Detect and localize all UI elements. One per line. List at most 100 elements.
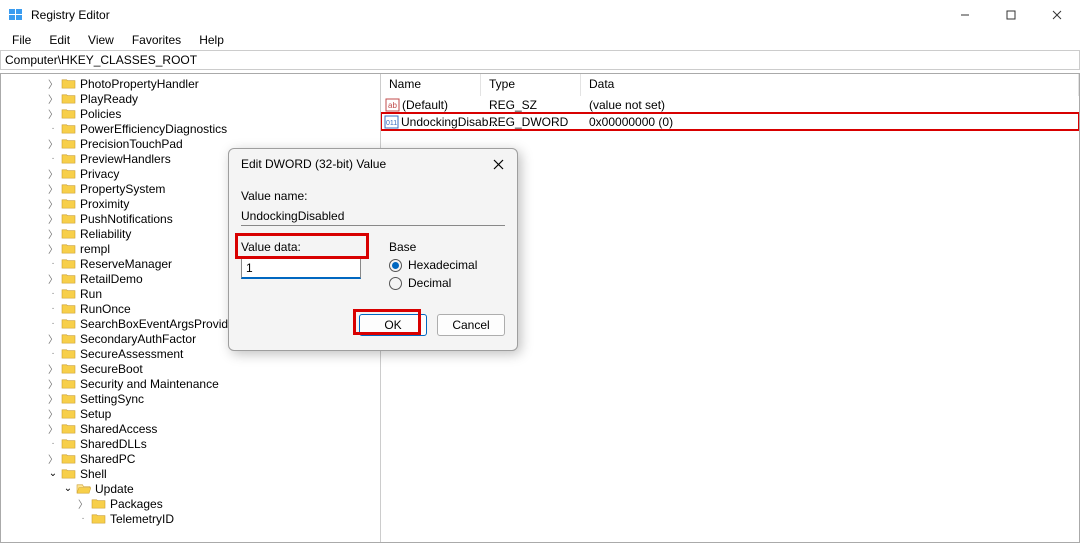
tree-item[interactable]: · TelemetryID bbox=[1, 511, 380, 526]
column-header-name[interactable]: Name bbox=[381, 74, 481, 96]
folder-icon bbox=[90, 512, 106, 526]
close-button[interactable] bbox=[1034, 0, 1080, 30]
ok-highlight bbox=[353, 309, 421, 335]
tree-item[interactable]: 〉 SharedPC bbox=[1, 451, 380, 466]
column-header-type[interactable]: Type bbox=[481, 74, 581, 96]
tree-item-label: Packages bbox=[110, 497, 163, 511]
tree-guide: · bbox=[46, 258, 60, 269]
chevron-right-icon[interactable]: 〉 bbox=[46, 271, 60, 286]
chevron-right-icon[interactable]: 〉 bbox=[76, 496, 90, 511]
tree-item-label: Setup bbox=[80, 407, 111, 421]
tree-item[interactable]: 〉 Policies bbox=[1, 106, 380, 121]
tree-item-label: SecureAssessment bbox=[80, 347, 183, 361]
radio-dec-label: Decimal bbox=[408, 276, 451, 290]
tree-item[interactable]: 〉PhotoPropertyHandler bbox=[1, 76, 380, 91]
chevron-right-icon[interactable]: 〉 bbox=[46, 421, 60, 436]
menu-favorites[interactable]: Favorites bbox=[124, 31, 189, 49]
tree-item[interactable]: 〉 Packages bbox=[1, 496, 380, 511]
chevron-right-icon[interactable]: 〉 bbox=[46, 91, 60, 106]
tree-item[interactable]: ⌄ Update bbox=[1, 481, 380, 496]
value-data-input[interactable] bbox=[241, 258, 361, 279]
tree-guide: · bbox=[76, 513, 90, 524]
folder-icon bbox=[60, 422, 76, 436]
chevron-right-icon[interactable]: 〉 bbox=[46, 451, 60, 466]
value-string-icon: ab bbox=[384, 98, 400, 112]
folder-icon bbox=[60, 92, 76, 106]
menu-file[interactable]: File bbox=[4, 31, 39, 49]
tree-item[interactable]: 〉PlayReady bbox=[1, 91, 380, 106]
tree-item[interactable]: 〉SharedAccess bbox=[1, 421, 380, 436]
folder-icon bbox=[60, 317, 76, 331]
value-data-highlight bbox=[235, 233, 369, 259]
tree-item-label: Shell bbox=[80, 467, 107, 481]
folder-icon bbox=[60, 182, 76, 196]
tree-item[interactable]: 〉 SettingSync bbox=[1, 391, 380, 406]
chevron-right-icon[interactable]: 〉 bbox=[46, 166, 60, 181]
tree-item[interactable]: · PowerEfficiencyDiagnostics bbox=[1, 121, 380, 136]
tree-item-label: TelemetryID bbox=[110, 512, 174, 526]
chevron-down-icon[interactable]: ⌄ bbox=[61, 483, 75, 494]
chevron-down-icon[interactable]: ⌄ bbox=[46, 468, 60, 479]
tree-item-label: SecureBoot bbox=[80, 362, 143, 376]
value-dword-icon: 011 bbox=[384, 115, 399, 129]
folder-icon bbox=[60, 407, 76, 421]
tree-item-label: SharedPC bbox=[80, 452, 135, 466]
tree-item-label: PowerEfficiencyDiagnostics bbox=[80, 122, 227, 136]
folder-icon bbox=[60, 287, 76, 301]
chevron-right-icon[interactable]: 〉 bbox=[46, 226, 60, 241]
folder-icon bbox=[60, 332, 76, 346]
cancel-button[interactable]: Cancel bbox=[437, 314, 505, 336]
minimize-button[interactable] bbox=[942, 0, 988, 30]
tree-item[interactable]: ⌄ Shell bbox=[1, 466, 380, 481]
value-name-field[interactable] bbox=[241, 207, 505, 226]
chevron-right-icon[interactable]: 〉 bbox=[46, 76, 60, 91]
chevron-right-icon[interactable]: 〉 bbox=[46, 391, 60, 406]
chevron-right-icon[interactable]: 〉 bbox=[46, 406, 60, 421]
radio-icon bbox=[389, 259, 402, 272]
tree-item-label: Privacy bbox=[80, 167, 119, 181]
chevron-right-icon[interactable]: 〉 bbox=[46, 106, 60, 121]
maximize-button[interactable] bbox=[988, 0, 1034, 30]
list-row[interactable]: ab(Default)REG_SZ(value not set) bbox=[381, 96, 1079, 113]
tree-item[interactable]: 〉 Setup bbox=[1, 406, 380, 421]
folder-icon bbox=[60, 242, 76, 256]
chevron-right-icon[interactable]: 〉 bbox=[46, 376, 60, 391]
base-label: Base bbox=[389, 240, 477, 254]
tree-item-label: PrecisionTouchPad bbox=[80, 137, 183, 151]
chevron-right-icon[interactable]: 〉 bbox=[46, 136, 60, 151]
chevron-right-icon[interactable]: 〉 bbox=[46, 241, 60, 256]
chevron-right-icon[interactable]: 〉 bbox=[46, 361, 60, 376]
column-header-data[interactable]: Data bbox=[581, 74, 1079, 96]
folder-icon bbox=[60, 377, 76, 391]
folder-icon bbox=[60, 122, 76, 136]
menu-edit[interactable]: Edit bbox=[41, 31, 78, 49]
tree-item-label: rempl bbox=[80, 242, 110, 256]
svg-text:011: 011 bbox=[386, 120, 397, 127]
tree-item[interactable]: 〉Security and Maintenance bbox=[1, 376, 380, 391]
menubar: File Edit View Favorites Help bbox=[0, 30, 1080, 50]
menu-view[interactable]: View bbox=[80, 31, 122, 49]
folder-icon bbox=[60, 437, 76, 451]
menu-help[interactable]: Help bbox=[191, 31, 232, 49]
radio-decimal[interactable]: Decimal bbox=[389, 276, 477, 290]
folder-icon bbox=[60, 452, 76, 466]
chevron-right-icon[interactable]: 〉 bbox=[46, 331, 60, 346]
tree-item-label: SettingSync bbox=[80, 392, 144, 406]
folder-icon bbox=[60, 77, 76, 91]
folder-icon bbox=[60, 197, 76, 211]
edit-dword-dialog: Edit DWORD (32-bit) Value Value name: Va… bbox=[228, 148, 518, 351]
dialog-close-button[interactable] bbox=[487, 153, 509, 175]
tree-guide: · bbox=[46, 438, 60, 449]
tree-guide: · bbox=[46, 123, 60, 134]
svg-text:ab: ab bbox=[388, 101, 397, 110]
chevron-right-icon[interactable]: 〉 bbox=[46, 211, 60, 226]
tree-item-label: Update bbox=[95, 482, 134, 496]
tree-item[interactable]: 〉 SecureBoot bbox=[1, 361, 380, 376]
tree-item-label: Policies bbox=[80, 107, 121, 121]
chevron-right-icon[interactable]: 〉 bbox=[46, 181, 60, 196]
radio-hexadecimal[interactable]: Hexadecimal bbox=[389, 258, 477, 272]
tree-item[interactable]: ·SharedDLLs bbox=[1, 436, 380, 451]
chevron-right-icon[interactable]: 〉 bbox=[46, 196, 60, 211]
list-row[interactable]: 011UndockingDisab...REG_DWORD0x00000000 … bbox=[381, 113, 1079, 130]
address-bar[interactable]: Computer\HKEY_CLASSES_ROOT bbox=[0, 50, 1080, 70]
